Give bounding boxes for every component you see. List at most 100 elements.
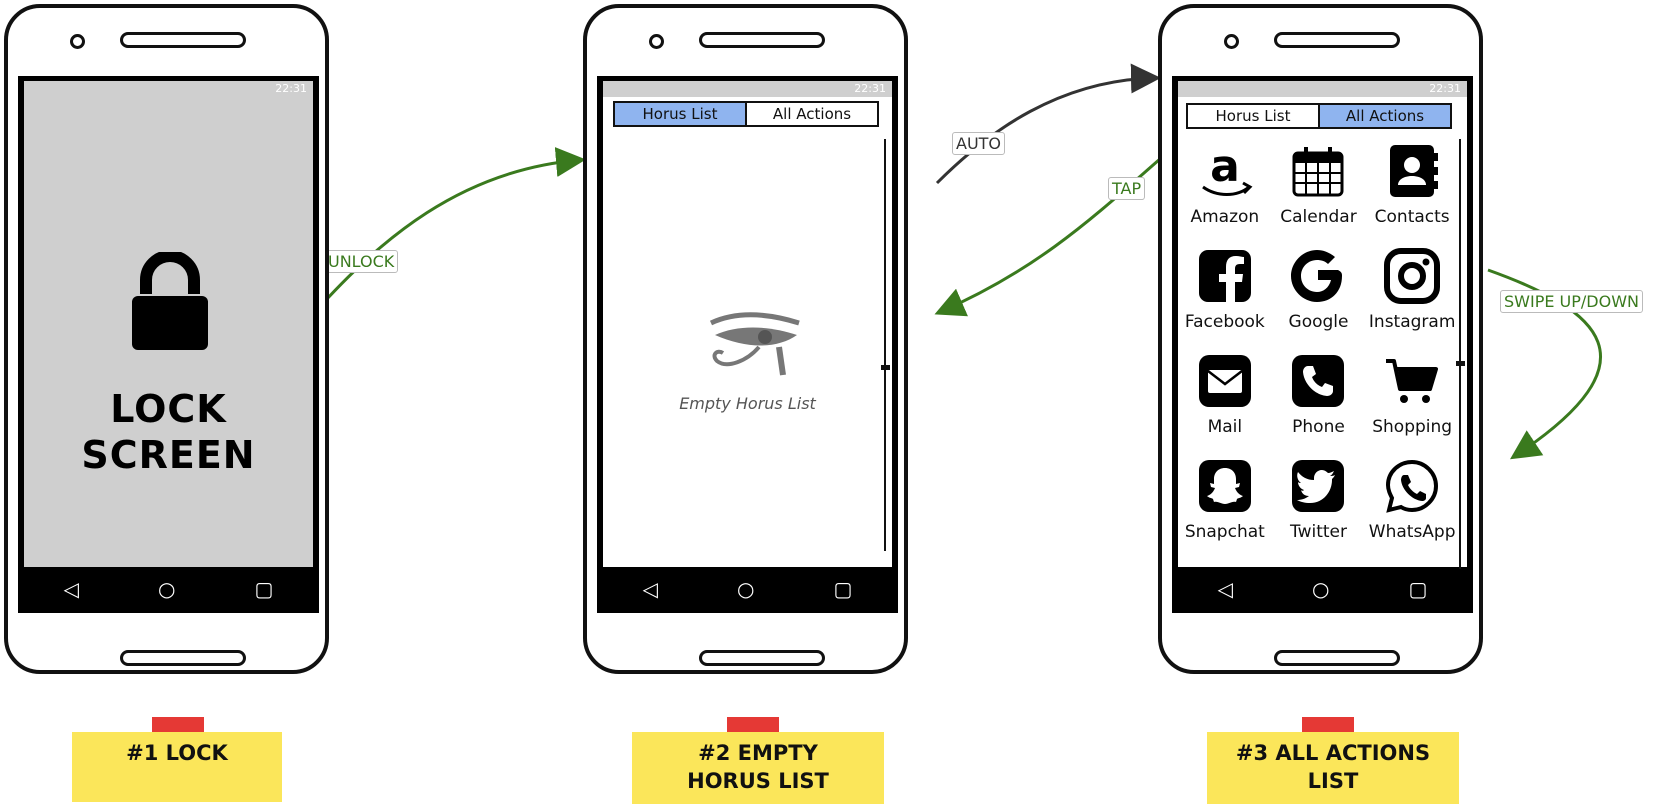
calendar-icon: [1292, 147, 1344, 197]
status-bar: 22:31: [1178, 81, 1467, 97]
recents-icon[interactable]: ▢: [255, 577, 274, 601]
nav-bar: ◁ ○ ▢: [603, 571, 892, 607]
app-label: WhatsApp: [1368, 522, 1456, 542]
mail-icon: [1198, 355, 1251, 407]
app-label: Google: [1288, 312, 1349, 332]
tab-all-actions[interactable]: All Actions: [1320, 105, 1450, 127]
camera-icon: [649, 34, 664, 49]
screen: 22:31 LOCK SCREEN ◁ ○ ▢: [18, 76, 319, 613]
camera-icon: [70, 34, 85, 49]
nav-bar: ◁ ○ ▢: [1178, 571, 1467, 607]
all-actions-content: Horus List All Actions a Amazon Calendar Co…: [1178, 97, 1467, 569]
app-label: Twitter: [1290, 522, 1347, 542]
app-label: Phone: [1292, 417, 1345, 437]
camera-icon: [1224, 34, 1239, 49]
lock-icon: [132, 252, 208, 350]
tap-label: TAP: [1108, 177, 1146, 200]
status-time: 22:31: [275, 82, 307, 95]
bottom-speaker: [120, 650, 246, 666]
note-2-line2: HORUS LIST: [687, 769, 829, 793]
app-item[interactable]: Instagram: [1365, 242, 1459, 347]
home-icon[interactable]: ○: [158, 577, 175, 601]
tab-bar: Horus List All Actions: [613, 101, 879, 127]
app-item[interactable]: Calendar: [1272, 137, 1366, 242]
sticky-note-2: #2 EMPTY HORUS LIST: [632, 732, 884, 804]
twitter-icon: [1292, 460, 1345, 512]
phone-empty-horus-list: 22:31 Horus List All Actions Empty Horus…: [583, 4, 908, 674]
scrollbar[interactable]: [1459, 139, 1461, 569]
horus-list-content: Horus List All Actions Empty Horus List: [603, 97, 892, 567]
lock-title-line2: SCREEN: [81, 433, 256, 477]
note-2-line1: #2 EMPTY: [698, 741, 818, 765]
tab-horus-list[interactable]: Horus List: [615, 103, 747, 125]
tab-horus-list[interactable]: Horus List: [1188, 105, 1320, 127]
phone-all-actions: 22:31 Horus List All Actions a Amazon Cale…: [1158, 4, 1483, 674]
app-item[interactable]: Shopping: [1365, 347, 1459, 452]
status-time: 22:31: [1429, 82, 1461, 95]
home-icon[interactable]: ○: [1312, 577, 1329, 601]
screen: 22:31 Horus List All Actions a Amazon Cale…: [1172, 76, 1473, 613]
app-label: Mail: [1207, 417, 1243, 437]
app-grid: a Amazon Calendar Contacts Facebook Google Ins…: [1178, 137, 1459, 557]
app-label: Calendar: [1280, 207, 1357, 227]
back-icon[interactable]: ◁: [64, 577, 79, 601]
home-icon[interactable]: ○: [737, 577, 754, 601]
eye-of-horus-icon: [709, 312, 800, 376]
snapchat-icon: [1198, 460, 1251, 512]
phone-lock-screen: 22:31 LOCK SCREEN ◁ ○ ▢: [4, 4, 329, 674]
unlock-arrow: [313, 147, 586, 314]
tab-bar: Horus List All Actions: [1186, 103, 1452, 129]
unlock-label: UNLOCK: [324, 250, 399, 273]
app-label: Instagram: [1368, 312, 1456, 332]
swipe-label: SWIPE UP/DOWN: [1500, 290, 1643, 313]
app-item[interactable]: Facebook: [1178, 242, 1272, 347]
scrollbar-thumb[interactable]: [881, 365, 890, 370]
status-bar: 22:31: [24, 81, 313, 97]
lock-title-line1: LOCK: [110, 387, 227, 431]
status-bar: 22:31: [603, 81, 892, 97]
recents-icon[interactable]: ▢: [1409, 577, 1428, 601]
app-label: Amazon: [1190, 207, 1260, 227]
app-item[interactable]: Contacts: [1365, 137, 1459, 242]
top-speaker: [120, 32, 246, 48]
nav-bar: ◁ ○ ▢: [24, 571, 313, 607]
app-item[interactable]: Phone: [1272, 347, 1366, 452]
instagram-icon: [1384, 248, 1441, 304]
back-icon[interactable]: ◁: [1218, 577, 1233, 601]
phone-icon: [1292, 355, 1345, 407]
top-speaker: [699, 32, 825, 48]
app-item[interactable]: a Amazon: [1178, 137, 1272, 242]
note-1-text: #1 LOCK: [126, 741, 228, 765]
scrollbar[interactable]: [884, 139, 886, 551]
facebook-icon: [1198, 250, 1251, 302]
sticky-note-1: #1 LOCK: [72, 732, 282, 802]
tab-all-actions[interactable]: All Actions: [747, 103, 877, 125]
contacts-icon: [1390, 145, 1439, 197]
app-label: Facebook: [1184, 312, 1265, 332]
whatsapp-icon: [1386, 459, 1439, 513]
back-icon[interactable]: ◁: [643, 577, 658, 601]
recents-icon[interactable]: ▢: [834, 577, 853, 601]
sticky-note-3: #3 ALL ACTIONS LIST: [1207, 732, 1459, 804]
app-item[interactable]: WhatsApp: [1365, 452, 1459, 557]
empty-list-text: Empty Horus List: [679, 394, 816, 413]
note-3-line1: #3 ALL ACTIONS: [1235, 741, 1431, 765]
bottom-speaker: [1274, 650, 1400, 666]
bottom-speaker: [699, 650, 825, 666]
app-item[interactable]: Snapchat: [1178, 452, 1272, 557]
status-time: 22:31: [854, 82, 886, 95]
app-item[interactable]: Mail: [1178, 347, 1272, 452]
top-speaker: [1274, 32, 1400, 48]
app-label: Contacts: [1374, 207, 1450, 227]
screen: 22:31 Horus List All Actions Empty Horus…: [597, 76, 898, 613]
amazon-icon: a: [1201, 143, 1253, 196]
google-icon: [1291, 250, 1343, 302]
app-label: Snapchat: [1184, 522, 1265, 542]
app-label: Shopping: [1372, 417, 1453, 437]
app-item[interactable]: Twitter: [1272, 452, 1366, 557]
app-item[interactable]: Google: [1272, 242, 1366, 347]
note-3-line2: LIST: [1307, 769, 1359, 793]
auto-label: AUTO: [952, 132, 1006, 155]
svg-text:a: a: [1210, 143, 1240, 192]
lock-screen-content[interactable]: LOCK SCREEN: [24, 97, 313, 567]
